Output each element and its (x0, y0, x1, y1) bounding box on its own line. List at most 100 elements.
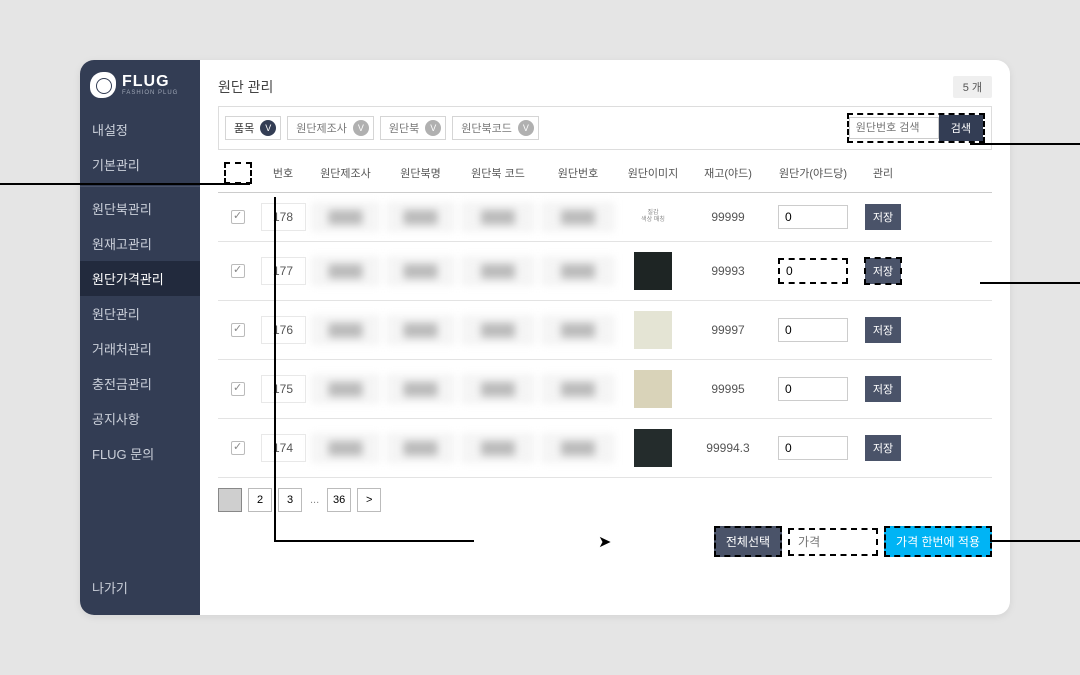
row-checkbox[interactable] (231, 210, 245, 224)
th-fabricno: 원단번호 (538, 162, 618, 184)
cell-code: ████ (462, 257, 534, 285)
cell-num: 175 (261, 375, 306, 403)
nav-fabric[interactable]: 원단관리 (80, 296, 200, 331)
page-1[interactable]: 1 (218, 488, 242, 512)
nav-basic[interactable]: 기본관리 (80, 147, 200, 182)
cell-maker: ████ (312, 257, 380, 285)
nav-clients[interactable]: 거래처관리 (80, 331, 200, 366)
sidebar: FLUG FASHION PLUG 내설정 기본관리 원단북관리 원재고관리 원… (80, 60, 200, 615)
cell-maker: ████ (312, 375, 380, 403)
table-row: 176████████████████99997저장 (218, 301, 992, 360)
nav-settings[interactable]: 내설정 (80, 112, 200, 147)
logo: FLUG FASHION PLUG (80, 60, 200, 112)
page-next[interactable]: > (357, 488, 381, 512)
th-image: 원단이미지 (618, 162, 688, 184)
cell-stock: 99999 (688, 210, 768, 224)
filter-book[interactable]: 원단북V (380, 116, 446, 140)
cell-bookname: ████ (387, 257, 455, 285)
price-input[interactable] (778, 258, 848, 284)
bulk-apply-button[interactable]: 가격 한번에 적용 (884, 526, 992, 557)
nav-notice[interactable]: 공지사항 (80, 401, 200, 436)
cell-image (618, 370, 688, 408)
cell-fabricno: ████ (542, 434, 614, 462)
cell-image (618, 252, 688, 290)
th-stock: 재고(야드) (688, 162, 768, 184)
cell-bookname: ████ (387, 203, 455, 231)
cell-fabricno: ████ (542, 375, 614, 403)
bulk-price-input[interactable] (788, 528, 878, 556)
row-checkbox[interactable] (231, 382, 245, 396)
chevron-down-icon: V (518, 120, 534, 136)
table-header: 번호 원단제조사 원단북명 원단북 코드 원단번호 원단이미지 재고(야드) 원… (218, 154, 992, 193)
save-button[interactable]: 저장 (865, 258, 901, 284)
count-badge: 5 개 (953, 76, 992, 98)
fabric-swatch (634, 311, 672, 349)
nav-raw-stock[interactable]: 원재고관리 (80, 226, 200, 261)
price-input[interactable] (778, 377, 848, 401)
cell-bookname: ████ (387, 434, 455, 462)
cell-fabricno: ████ (542, 316, 614, 344)
th-check (218, 162, 258, 184)
cell-code: ████ (462, 203, 534, 231)
nav-charge[interactable]: 충전금관리 (80, 366, 200, 401)
cell-code: ████ (462, 375, 534, 403)
logo-subtitle: FASHION PLUG (122, 90, 178, 96)
search-box: 검색 (847, 113, 985, 143)
save-button[interactable]: 저장 (865, 317, 901, 343)
th-maker: 원단제조사 (308, 162, 383, 184)
nav-fabric-book[interactable]: 원단북관리 (80, 191, 200, 226)
price-input[interactable] (778, 205, 848, 229)
table-row: 177████████████████99993저장 (218, 242, 992, 301)
save-button[interactable]: 저장 (865, 435, 901, 461)
cell-fabricno: ████ (542, 203, 614, 231)
page-title: 원단 관리 (218, 77, 273, 97)
cell-fabricno: ████ (542, 257, 614, 285)
th-manage: 관리 (858, 162, 908, 184)
cell-stock: 99997 (688, 323, 768, 337)
bulk-row: ➤ 전체선택 가격 한번에 적용 (218, 526, 992, 557)
page-2[interactable]: 2 (248, 488, 272, 512)
chevron-down-icon: V (353, 120, 369, 136)
chevron-down-icon: V (260, 120, 276, 136)
app-window: FLUG FASHION PLUG 내설정 기본관리 원단북관리 원재고관리 원… (80, 60, 1010, 615)
nav-logout[interactable]: 나가기 (80, 564, 200, 615)
cell-stock: 99994.3 (688, 441, 768, 455)
cell-maker: ████ (312, 434, 380, 462)
save-button[interactable]: 저장 (865, 376, 901, 402)
row-checkbox[interactable] (231, 441, 245, 455)
table-body: 178████████████████질감색상 매칭99999저장177████… (218, 193, 992, 478)
page-3[interactable]: 3 (278, 488, 302, 512)
cell-bookname: ████ (387, 375, 455, 403)
nav-fabric-price[interactable]: 원단가격관리 (80, 261, 200, 296)
table-row: 174████████████████99994.3저장 (218, 419, 992, 478)
swatch-placeholder: 질감색상 매칭 (641, 210, 665, 224)
search-button[interactable]: 검색 (939, 115, 983, 141)
filter-bar: 품목V 원단제조사V 원단북V 원단북코드V 검색 (218, 106, 992, 150)
row-checkbox[interactable] (231, 323, 245, 337)
th-num: 번호 (258, 162, 308, 184)
cell-image (618, 429, 688, 467)
cell-image (618, 311, 688, 349)
cell-code: ████ (462, 434, 534, 462)
cell-image: 질감색상 매칭 (618, 210, 688, 224)
search-input[interactable] (849, 117, 939, 139)
price-input[interactable] (778, 318, 848, 342)
select-all-button[interactable]: 전체선택 (714, 526, 782, 557)
filter-maker[interactable]: 원단제조사V (287, 116, 374, 140)
cell-num: 174 (261, 434, 306, 462)
nav-inquiry[interactable]: FLUG 문의 (80, 436, 200, 471)
cell-code: ████ (462, 316, 534, 344)
row-checkbox[interactable] (231, 264, 245, 278)
filter-item[interactable]: 품목V (225, 116, 281, 140)
page-last[interactable]: 36 (327, 488, 351, 512)
main-content: 원단 관리 5 개 품목V 원단제조사V 원단북V 원단북코드V 검색 (200, 60, 1010, 615)
logo-icon (90, 72, 116, 98)
cell-num: 176 (261, 316, 306, 344)
save-button[interactable]: 저장 (865, 204, 901, 230)
table-row: 175████████████████99995저장 (218, 360, 992, 419)
fabric-swatch (634, 252, 672, 290)
filter-code[interactable]: 원단북코드V (452, 116, 539, 140)
price-input[interactable] (778, 436, 848, 460)
th-price: 원단가(야드당) (768, 162, 858, 184)
chevron-down-icon: V (425, 120, 441, 136)
